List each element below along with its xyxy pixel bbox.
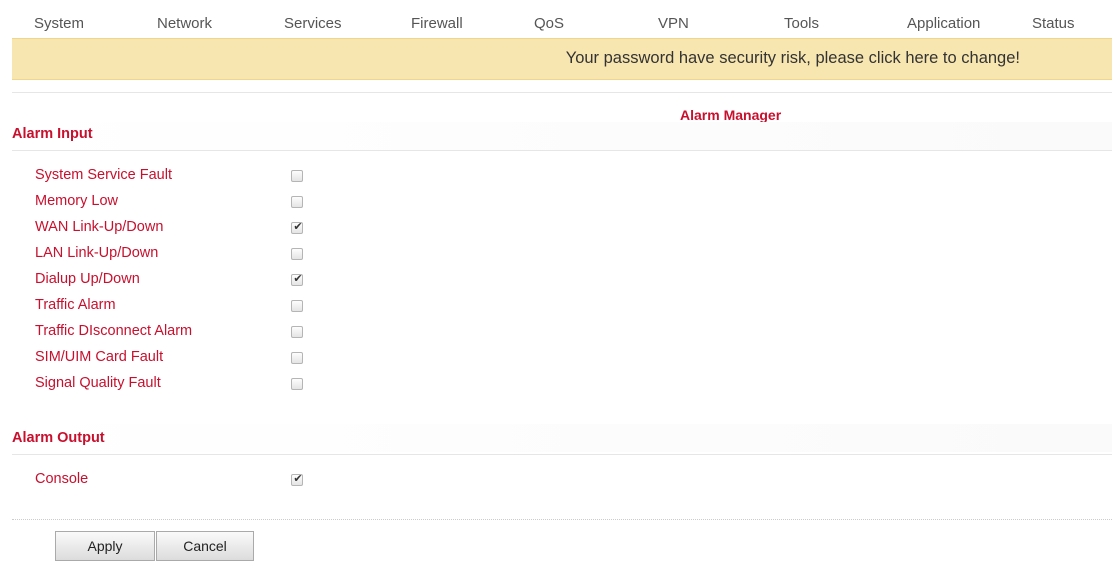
checkmark-icon: ✔: [293, 221, 303, 233]
alarm-input-checkbox[interactable]: [291, 196, 303, 208]
nav-item-network[interactable]: Network: [157, 15, 212, 32]
nav-item-status[interactable]: Status: [1032, 15, 1075, 32]
alarm-input-label: Dialup Up/Down: [35, 271, 140, 287]
alarm-input-checkbox[interactable]: [291, 326, 303, 338]
change-password-link[interactable]: Your password have security risk, please…: [566, 49, 1020, 68]
alarm-input-checkbox[interactable]: ✔: [291, 221, 303, 234]
alarm-input-label: Traffic DIsconnect Alarm: [35, 323, 193, 339]
apply-button[interactable]: Apply: [55, 531, 155, 561]
alarm-input-label: Traffic Alarm: [35, 297, 116, 313]
alarm-input-label: SIM/UIM Card Fault: [35, 349, 164, 365]
alarm-output-title: Alarm Output: [12, 430, 105, 446]
alarm-input-label: System Service Fault: [35, 167, 172, 183]
nav-item-application[interactable]: Application: [907, 15, 980, 32]
alarm-input-label: LAN Link-Up/Down: [35, 245, 159, 261]
divider: [12, 150, 1112, 151]
alarm-output-label: Console: [35, 471, 89, 487]
alarm-output-checkbox[interactable]: ✔: [291, 473, 303, 486]
nav-item-system[interactable]: System: [34, 15, 84, 32]
nav-item-vpn[interactable]: VPN: [658, 15, 689, 32]
divider: [12, 92, 1112, 93]
alarm-input-title: Alarm Input: [12, 126, 93, 142]
alarm-input-checkbox[interactable]: [291, 248, 303, 260]
cancel-button[interactable]: Cancel: [156, 531, 254, 561]
nav-item-firewall[interactable]: Firewall: [411, 15, 463, 32]
nav-item-tools[interactable]: Tools: [784, 15, 819, 32]
alarm-input-checkbox[interactable]: [291, 300, 303, 312]
alarm-input-header-band: [12, 122, 1112, 150]
alarm-input-checkbox[interactable]: ✔: [291, 273, 303, 286]
divider: [12, 519, 1112, 520]
alarm-input-label: Memory Low: [35, 193, 118, 209]
nav-item-qos[interactable]: QoS: [534, 15, 564, 32]
alarm-output-header-band: [12, 424, 1112, 452]
checkmark-icon: ✔: [293, 273, 303, 285]
alarm-input-label: Signal Quality Fault: [35, 375, 161, 391]
alarm-input-checkbox[interactable]: [291, 170, 303, 182]
nav-item-services[interactable]: Services: [284, 15, 342, 32]
alarm-input-label: WAN Link-Up/Down: [35, 219, 164, 235]
divider: [12, 454, 1112, 455]
alarm-input-checkbox[interactable]: [291, 352, 303, 364]
alarm-input-checkbox[interactable]: [291, 378, 303, 390]
checkmark-icon: ✔: [293, 473, 303, 485]
security-warning-banner: Your password have security risk, please…: [12, 38, 1112, 80]
page-title: Alarm Manager: [680, 107, 782, 123]
